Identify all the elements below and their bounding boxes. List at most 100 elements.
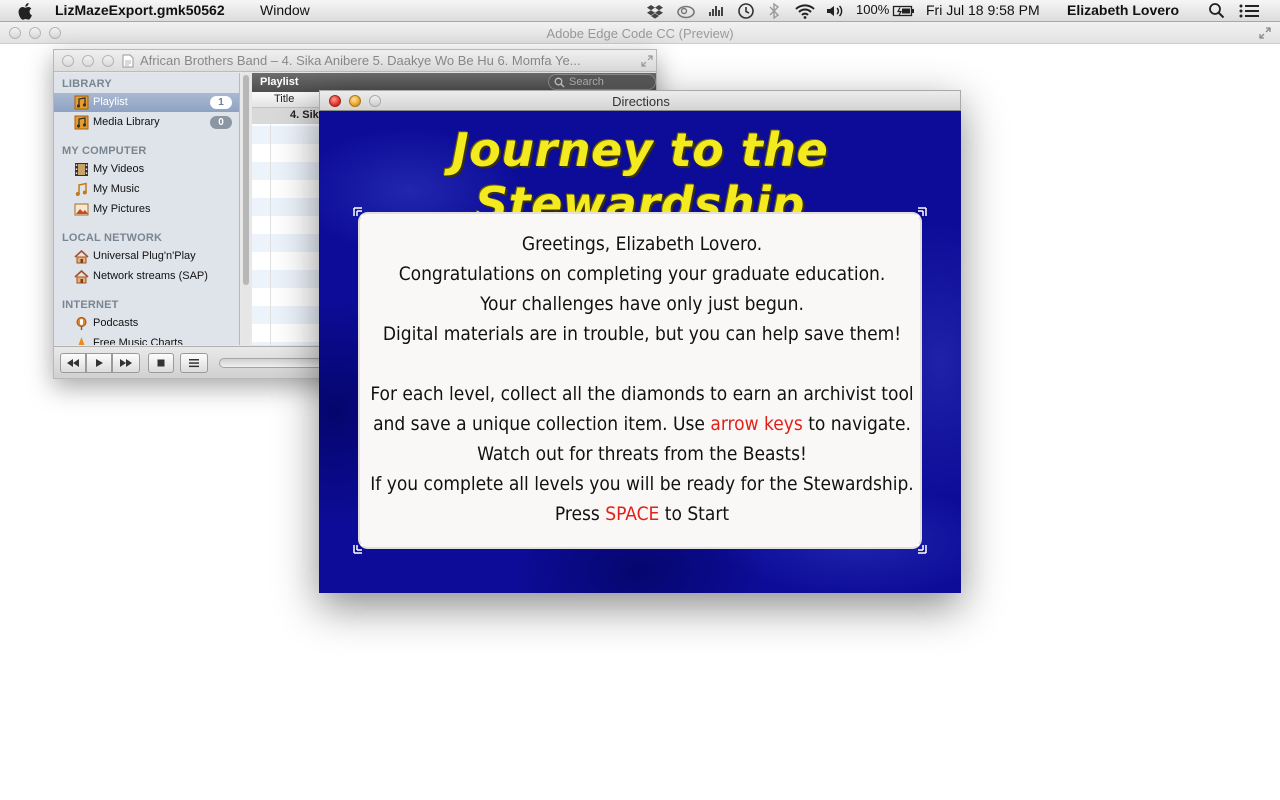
beasts-line: Watch out for threats from the Beasts!: [477, 443, 807, 465]
sidebar-item-label: Media Library: [93, 116, 160, 128]
greeting-line: Greetings, Elizabeth Lovero.: [521, 233, 763, 255]
playlist-toggle-button[interactable]: [180, 353, 208, 373]
media-library-count-badge: 0: [210, 116, 232, 129]
bluetooth-icon[interactable]: [767, 2, 781, 20]
sidebar-item-podcasts[interactable]: Podcasts: [54, 314, 239, 333]
house-icon: [74, 269, 89, 284]
vlc-fullscreen-icon[interactable]: [640, 54, 654, 68]
house-icon: [74, 249, 89, 264]
search-icon: [554, 77, 565, 88]
playlist-header-label: Playlist: [260, 76, 299, 88]
time-machine-icon[interactable]: [737, 2, 755, 20]
activity-icon[interactable]: [707, 2, 727, 20]
directions-window: Directions Journey to the Stewardship Gr…: [319, 90, 961, 593]
dropbox-icon[interactable]: [646, 2, 664, 20]
app-name-menu[interactable]: LizMazeExport.gmk50562: [55, 2, 225, 18]
trouble-line: Digital materials are in trouble, but yo…: [382, 323, 902, 345]
challenge-line: Your challenges have only just begun.: [480, 293, 804, 315]
press-space-line: Press SPACE to Start: [360, 499, 924, 529]
section-library: LIBRARY: [62, 78, 112, 90]
main-window-titlebar: Adobe Edge Code CC (Preview): [0, 22, 1280, 44]
press-suffix: to Start: [659, 503, 730, 525]
sidebar-item-label: Universal Plug'n'Play: [93, 250, 196, 262]
sidebar-item-my-music[interactable]: My Music: [54, 180, 239, 199]
arrow-keys-line: and save a unique collection item. Use a…: [360, 409, 924, 439]
notification-center-icon[interactable]: [1238, 2, 1260, 20]
stewardship-line: If you complete all levels you will be r…: [370, 473, 914, 495]
sidebar-item-label: Playlist: [93, 96, 128, 108]
window-menu[interactable]: Window: [260, 2, 310, 18]
creative-cloud-icon[interactable]: [676, 2, 696, 20]
corner-ornament-icon: [353, 207, 364, 218]
stop-button[interactable]: [148, 353, 174, 373]
volume-icon[interactable]: [825, 2, 845, 20]
wifi-icon[interactable]: [794, 2, 816, 20]
arrow-keys-prefix: and save a unique collection item. Use: [373, 413, 711, 435]
section-local-network: LOCAL NETWORK: [62, 232, 163, 244]
fast-forward-button[interactable]: [112, 353, 140, 373]
game-canvas[interactable]: Journey to the Stewardship Greetings, El…: [319, 111, 961, 593]
corner-ornament-icon: [916, 543, 927, 554]
podcast-icon: [76, 317, 87, 330]
sidebar-item-media-library[interactable]: Media Library 0: [54, 113, 239, 132]
music-note-icon: [75, 182, 87, 196]
document-icon: [122, 54, 134, 68]
playlist-cone-icon: [74, 95, 89, 110]
vlc-zoom-button[interactable]: [102, 55, 114, 67]
directions-window-title: Directions: [612, 94, 670, 109]
sidebar-item-my-videos[interactable]: My Videos: [54, 160, 239, 179]
main-window-title: Adobe Edge Code CC (Preview): [546, 26, 734, 41]
spotlight-search-icon[interactable]: [1208, 2, 1226, 20]
media-library-icon: [74, 115, 89, 130]
sidebar-item-label: My Videos: [93, 163, 145, 175]
space-key-highlight: SPACE: [605, 503, 660, 525]
film-icon: [75, 163, 88, 176]
user-name-menu[interactable]: Elizabeth Lovero: [1067, 2, 1179, 20]
sidebar-item-label: My Music: [93, 183, 140, 195]
instructions-panel: Greetings, Elizabeth Lovero. Congratulat…: [353, 207, 927, 554]
vlc-cone-icon: [78, 337, 85, 345]
sidebar-item-free-music-charts[interactable]: Free Music Charts: [54, 334, 239, 345]
instructions-text: Greetings, Elizabeth Lovero. Congratulat…: [360, 229, 924, 529]
fullscreen-icon[interactable]: [1258, 26, 1272, 40]
vlc-minimize-button[interactable]: [82, 55, 94, 67]
vlc-close-button[interactable]: [62, 55, 74, 67]
section-internet: INTERNET: [62, 299, 119, 311]
pictures-icon: [74, 203, 89, 216]
section-my-computer: MY COMPUTER: [62, 145, 147, 157]
sidebar-item-label: Podcasts: [93, 317, 139, 329]
battery-percent[interactable]: 100%: [856, 2, 889, 20]
apple-icon[interactable]: [18, 2, 34, 20]
vlc-titlebar: African Brothers Band – 4. Sika Anibere …: [54, 50, 656, 72]
sidebar-item-sap[interactable]: Network streams (SAP): [54, 267, 239, 286]
sidebar-item-upnp[interactable]: Universal Plug'n'Play: [54, 247, 239, 266]
sidebar-item-label: Free Music Charts: [93, 337, 183, 345]
diamonds-line: For each level, collect all the diamonds…: [370, 383, 914, 405]
vlc-sidebar: LIBRARY Playlist 1 Media Library 0 MY CO…: [54, 73, 240, 345]
rewind-button[interactable]: [60, 353, 86, 373]
press-prefix: Press: [554, 503, 606, 525]
arrow-keys-highlight: arrow keys: [710, 413, 803, 435]
sidebar-item-label: Network streams (SAP): [93, 270, 208, 282]
sidebar-item-playlist[interactable]: Playlist 1: [54, 93, 239, 112]
corner-ornament-icon: [916, 207, 927, 218]
clock[interactable]: Fri Jul 18 9:58 PM: [926, 2, 1040, 20]
vlc-window-title: African Brothers Band – 4. Sika Anibere …: [140, 53, 581, 68]
column-title[interactable]: Title: [274, 93, 294, 105]
sidebar-scroll-thumb[interactable]: [243, 75, 249, 285]
playlist-count-badge: 1: [210, 96, 232, 109]
menu-bar: LizMazeExport.gmk50562 Window 100% Fri J…: [0, 0, 1280, 22]
playlist-search-input[interactable]: Search: [548, 74, 656, 90]
corner-ornament-icon: [353, 543, 364, 554]
sidebar-item-my-pictures[interactable]: My Pictures: [54, 200, 239, 219]
directions-titlebar: Directions: [319, 90, 961, 111]
search-placeholder: Search: [569, 76, 604, 88]
battery-icon[interactable]: [892, 2, 916, 20]
congrats-line: Congratulations on completing your gradu…: [398, 263, 886, 285]
play-button[interactable]: [86, 353, 112, 373]
sidebar-scrollbar[interactable]: [242, 73, 250, 345]
sidebar-item-label: My Pictures: [93, 203, 151, 215]
column-divider: [270, 108, 271, 345]
row-title: 4. Sik: [290, 109, 319, 121]
